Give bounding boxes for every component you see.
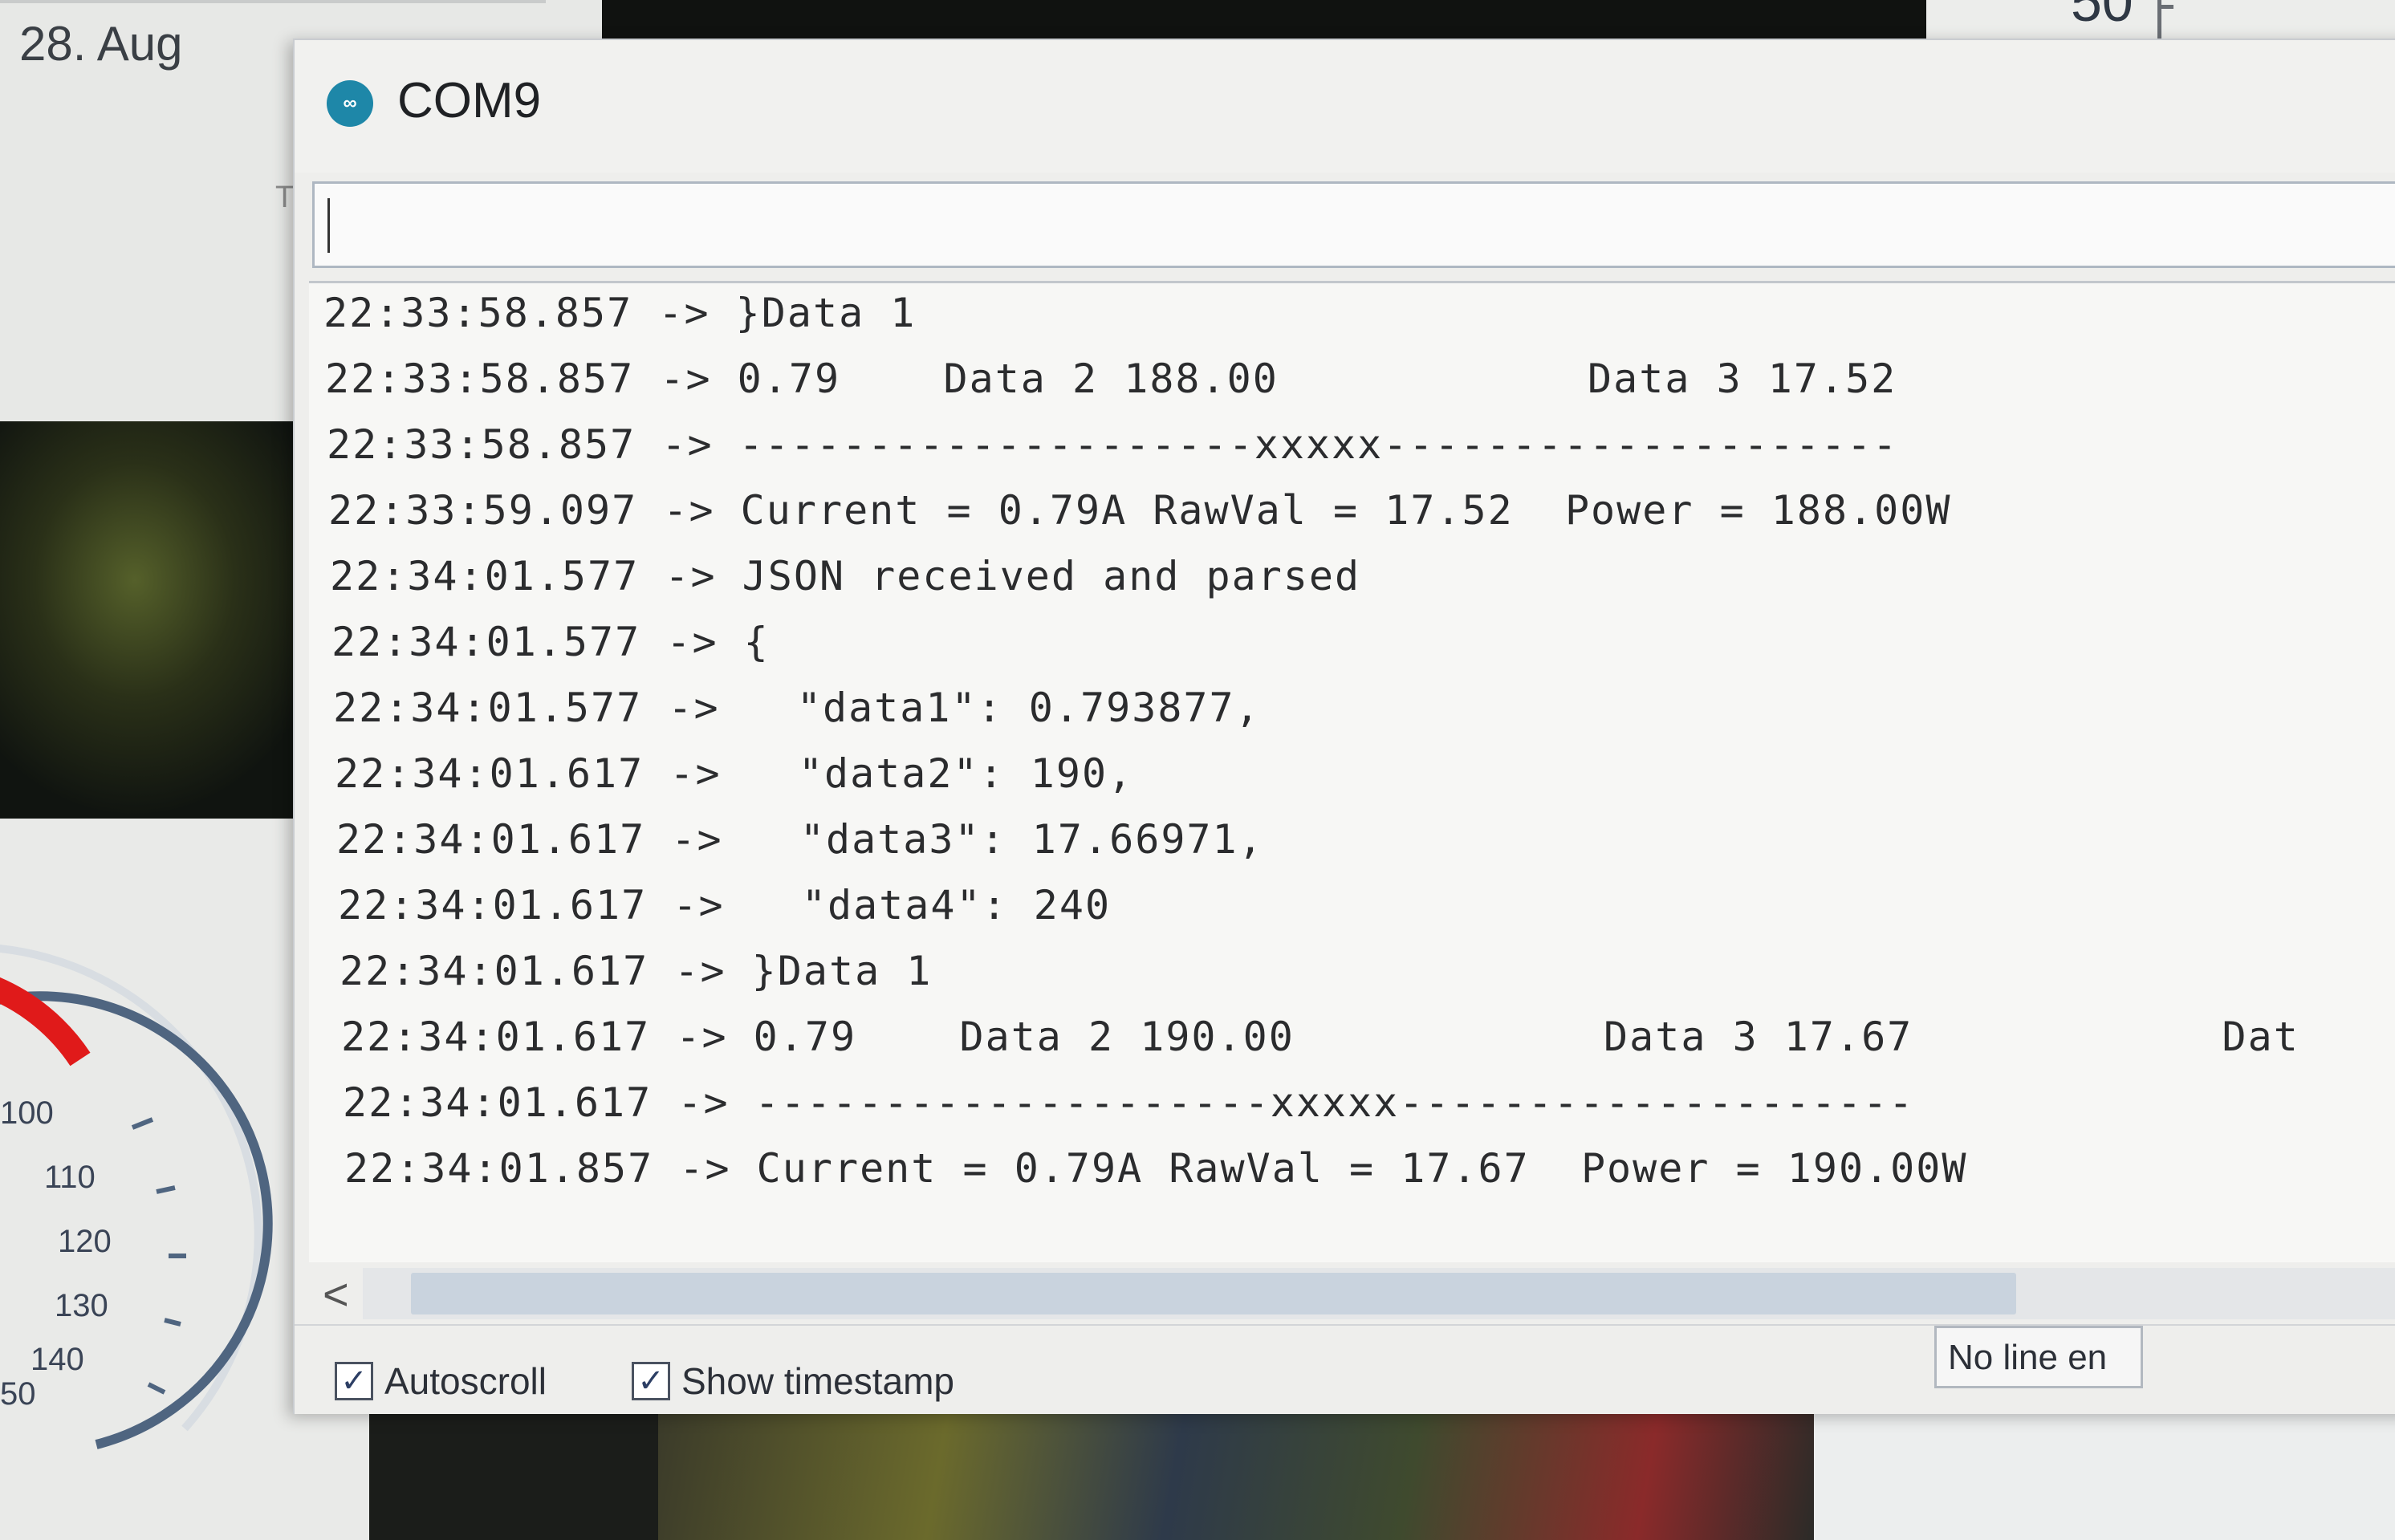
log-arrow: -> [669,750,722,797]
text-cursor-mark: T [275,181,295,214]
log-arrow: -> [674,948,726,994]
send-message-input[interactable] [312,181,2395,268]
value-label: 50 [2071,0,2133,33]
log-message: }Data 1 [735,290,917,336]
log-line: 22:34:01.617 -> "data2": 190, [335,750,1133,797]
log-timestamp: 22:34:01.617 [343,1079,653,1126]
log-line: 22:34:01.577 -> { [331,619,770,665]
log-line: 22:34:01.617 -> 0.79 Data 2 190.00 Data … [341,1014,2299,1060]
window-title: COM9 [397,73,542,128]
log-line: 22:34:01.617 -> --------------------xxxx… [343,1079,1914,1126]
log-timestamp: 22:34:01.617 [338,882,648,928]
log-line: 22:34:01.617 -> "data3": 17.66971, [336,816,1264,863]
log-arrow: -> [665,553,717,599]
date-label: 28. Aug [19,17,183,71]
autoscroll-checkbox[interactable]: ✓ Autoscroll [335,1359,547,1403]
arduino-icon: ∞ [327,80,373,127]
autoscroll-label: Autoscroll [384,1360,547,1402]
log-arrow: -> [660,356,712,402]
divider [0,0,546,3]
gauge-tick-label: 130 [55,1288,108,1323]
log-arrow: -> [676,1014,728,1060]
background-panel-bottom-right [1814,1412,2395,1540]
log-timestamp: 22:34:01.857 [344,1145,654,1192]
gauge-tick [156,1185,176,1194]
log-line: 22:34:01.617 -> }Data 1 [340,948,932,994]
log-message: "data1": 0.793877, [745,685,1261,731]
log-line: 22:34:01.577 -> "data1": 0.793877, [333,685,1261,731]
checkbox-check-icon[interactable]: ✓ [335,1362,373,1400]
log-arrow: -> [668,685,720,731]
log-line: 22:33:58.857 -> }Data 1 [323,290,916,336]
gauge-tick-label: 140 [30,1342,84,1377]
log-arrow: -> [671,816,723,863]
log-timestamp: 22:33:58.857 [325,356,635,402]
log-message: 0.79 Data 2 188.00 Data 3 17.52 [737,356,1897,402]
gauge-tick [164,1318,181,1327]
log-line: 22:33:59.097 -> Current = 0.79A RawVal =… [328,487,1952,534]
serial-output-log[interactable]: 22:33:58.857 -> }Data 1 22:33:58.857 -> 0… [309,281,2395,1262]
log-message: --------------------xxxxx---------------… [754,1079,1915,1126]
log-line: 22:34:01.857 -> Current = 0.79A RawVal =… [344,1145,1968,1192]
log-arrow: -> [677,1079,730,1126]
log-message: Current = 0.79A RawVal = 17.67 Power = 1… [756,1145,1968,1192]
gauge-tick [131,1117,154,1130]
log-arrow: -> [661,421,714,468]
log-arrow: -> [658,290,710,336]
log-line: 22:34:01.617 -> "data4": 240 [338,882,1111,928]
log-timestamp: 22:33:58.857 [323,290,633,336]
gauge-tick-label: 120 [58,1224,112,1259]
log-timestamp: 22:34:01.617 [341,1014,651,1060]
gauge-tick-label: 100 [0,1095,54,1131]
log-timestamp: 22:34:01.617 [336,816,646,863]
log-timestamp: 22:34:01.617 [335,750,644,797]
checkbox-check-icon[interactable]: ✓ [632,1362,670,1400]
log-timestamp: 22:33:58.857 [327,421,636,468]
show-timestamp-checkbox[interactable]: ✓ Show timestamp [632,1359,954,1403]
show-timestamp-label: Show timestamp [681,1360,955,1402]
log-arrow: -> [679,1145,731,1192]
log-arrow: -> [663,487,715,534]
log-arrow: -> [666,619,718,665]
log-message: "data2": 190, [746,750,1134,797]
log-timestamp: 22:33:59.097 [328,487,638,534]
horizontal-scrollbar[interactable]: < [323,1268,2395,1319]
title-bar[interactable]: ∞ COM9 [295,40,2395,173]
camera-feed-image [0,421,337,819]
log-message: 0.79 Data 2 190.00 Data 3 17.67 Dat [753,1014,2299,1060]
scrollbar-thumb[interactable] [411,1273,2016,1314]
log-timestamp: 22:34:01.577 [331,619,641,665]
scroll-left-icon[interactable]: < [323,1268,349,1320]
log-message: "data4": 240 [750,882,1112,928]
log-message: { [743,619,770,665]
log-line: 22:33:58.857 -> 0.79 Data 2 188.00 Data … [325,356,1897,402]
gauge-scale-arc [0,991,273,1449]
log-message: Current = 0.79A RawVal = 17.52 Power = 1… [740,487,1952,534]
log-timestamp: 22:34:01.617 [340,948,649,994]
log-timestamp: 22:34:01.577 [333,685,643,731]
gauge-tick [147,1382,166,1395]
chart-axis-tick [2157,5,2173,9]
log-message: }Data 1 [751,948,933,994]
line-ending-select[interactable]: No line en [1934,1326,2143,1388]
serial-monitor-window: ∞ COM9 22:33:58.857 -> }Data 1 22:33:58.8… [293,39,2395,1414]
log-line: 22:33:58.857 -> --------------------xxxx… [327,421,1898,468]
log-arrow: -> [673,882,725,928]
gauge-tick-label: 50 [0,1376,36,1412]
text-caret [327,198,330,253]
log-line: 22:34:01.577 -> JSON received and parsed [330,553,1360,599]
log-timestamp: 22:34:01.577 [330,553,640,599]
log-message: JSON received and parsed [742,553,1361,599]
gauge-tick-label: 110 [44,1160,96,1195]
log-message: "data3": 17.66971, [748,816,1264,863]
log-message: --------------------xxxxx---------------… [738,421,1899,468]
